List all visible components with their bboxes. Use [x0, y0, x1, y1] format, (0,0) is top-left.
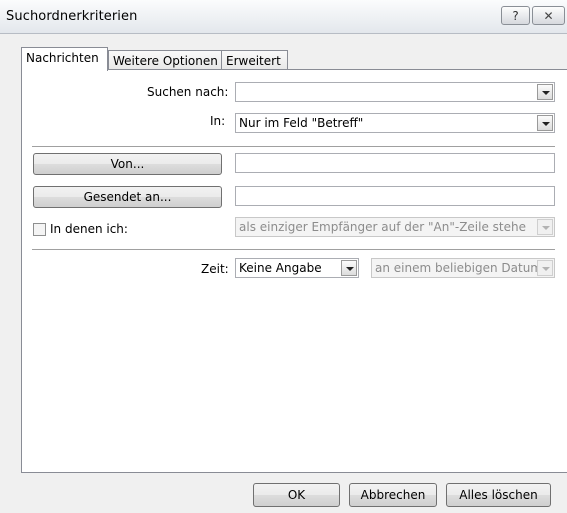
chevron-down-icon[interactable] [537, 84, 553, 100]
where-i-am-value: als einziger Empfänger auf der "An"-Zeil… [239, 220, 527, 234]
cancel-button[interactable]: Abbrechen [349, 483, 437, 507]
divider-highlight [32, 147, 555, 148]
chevron-down-icon [537, 219, 553, 235]
date-value: an einem beliebigen Datum [375, 261, 542, 275]
from-field[interactable] [235, 153, 555, 173]
chevron-down-icon[interactable] [537, 115, 553, 131]
in-dropdown[interactable]: Nur im Feld "Betreff" [235, 113, 555, 133]
from-button[interactable]: Von... [33, 153, 222, 175]
tab-erweitert[interactable]: Erweitert [221, 50, 288, 71]
close-icon: ✕ [543, 9, 554, 23]
where-i-am-dropdown: als einziger Empfänger auf der "An"-Zeil… [235, 217, 555, 237]
search-label: Suchen nach: [147, 85, 229, 99]
date-dropdown: an einem beliebigen Datum [371, 258, 555, 278]
in-label: In: [210, 114, 226, 128]
search-dropdown[interactable] [235, 82, 555, 102]
help-icon: ? [512, 9, 519, 23]
tab-weitere-optionen[interactable]: Weitere Optionen [108, 50, 222, 71]
chevron-down-icon[interactable] [341, 260, 357, 276]
sent-to-field[interactable] [235, 186, 555, 206]
tab-nachrichten[interactable]: Nachrichten [21, 47, 108, 71]
where-i-am-checkbox[interactable] [33, 223, 46, 236]
time-dropdown[interactable]: Keine Angabe [235, 258, 359, 278]
title-bar: Suchordnerkriterien ? ✕ [0, 0, 567, 34]
window-title: Suchordnerkriterien [6, 9, 138, 24]
help-button[interactable]: ? [501, 6, 530, 25]
close-button[interactable]: ✕ [532, 6, 565, 25]
sent-to-button[interactable]: Gesendet an... [33, 186, 222, 208]
clear-all-button[interactable]: Alles löschen [446, 483, 551, 507]
chevron-down-icon [537, 260, 553, 276]
time-label: Zeit: [201, 262, 229, 276]
divider-highlight [32, 250, 555, 251]
in-value: Nur im Feld "Betreff" [239, 116, 364, 130]
where-i-am-label: In denen ich: [50, 222, 128, 236]
time-value: Keine Angabe [239, 261, 322, 275]
ok-button[interactable]: OK [253, 483, 340, 507]
